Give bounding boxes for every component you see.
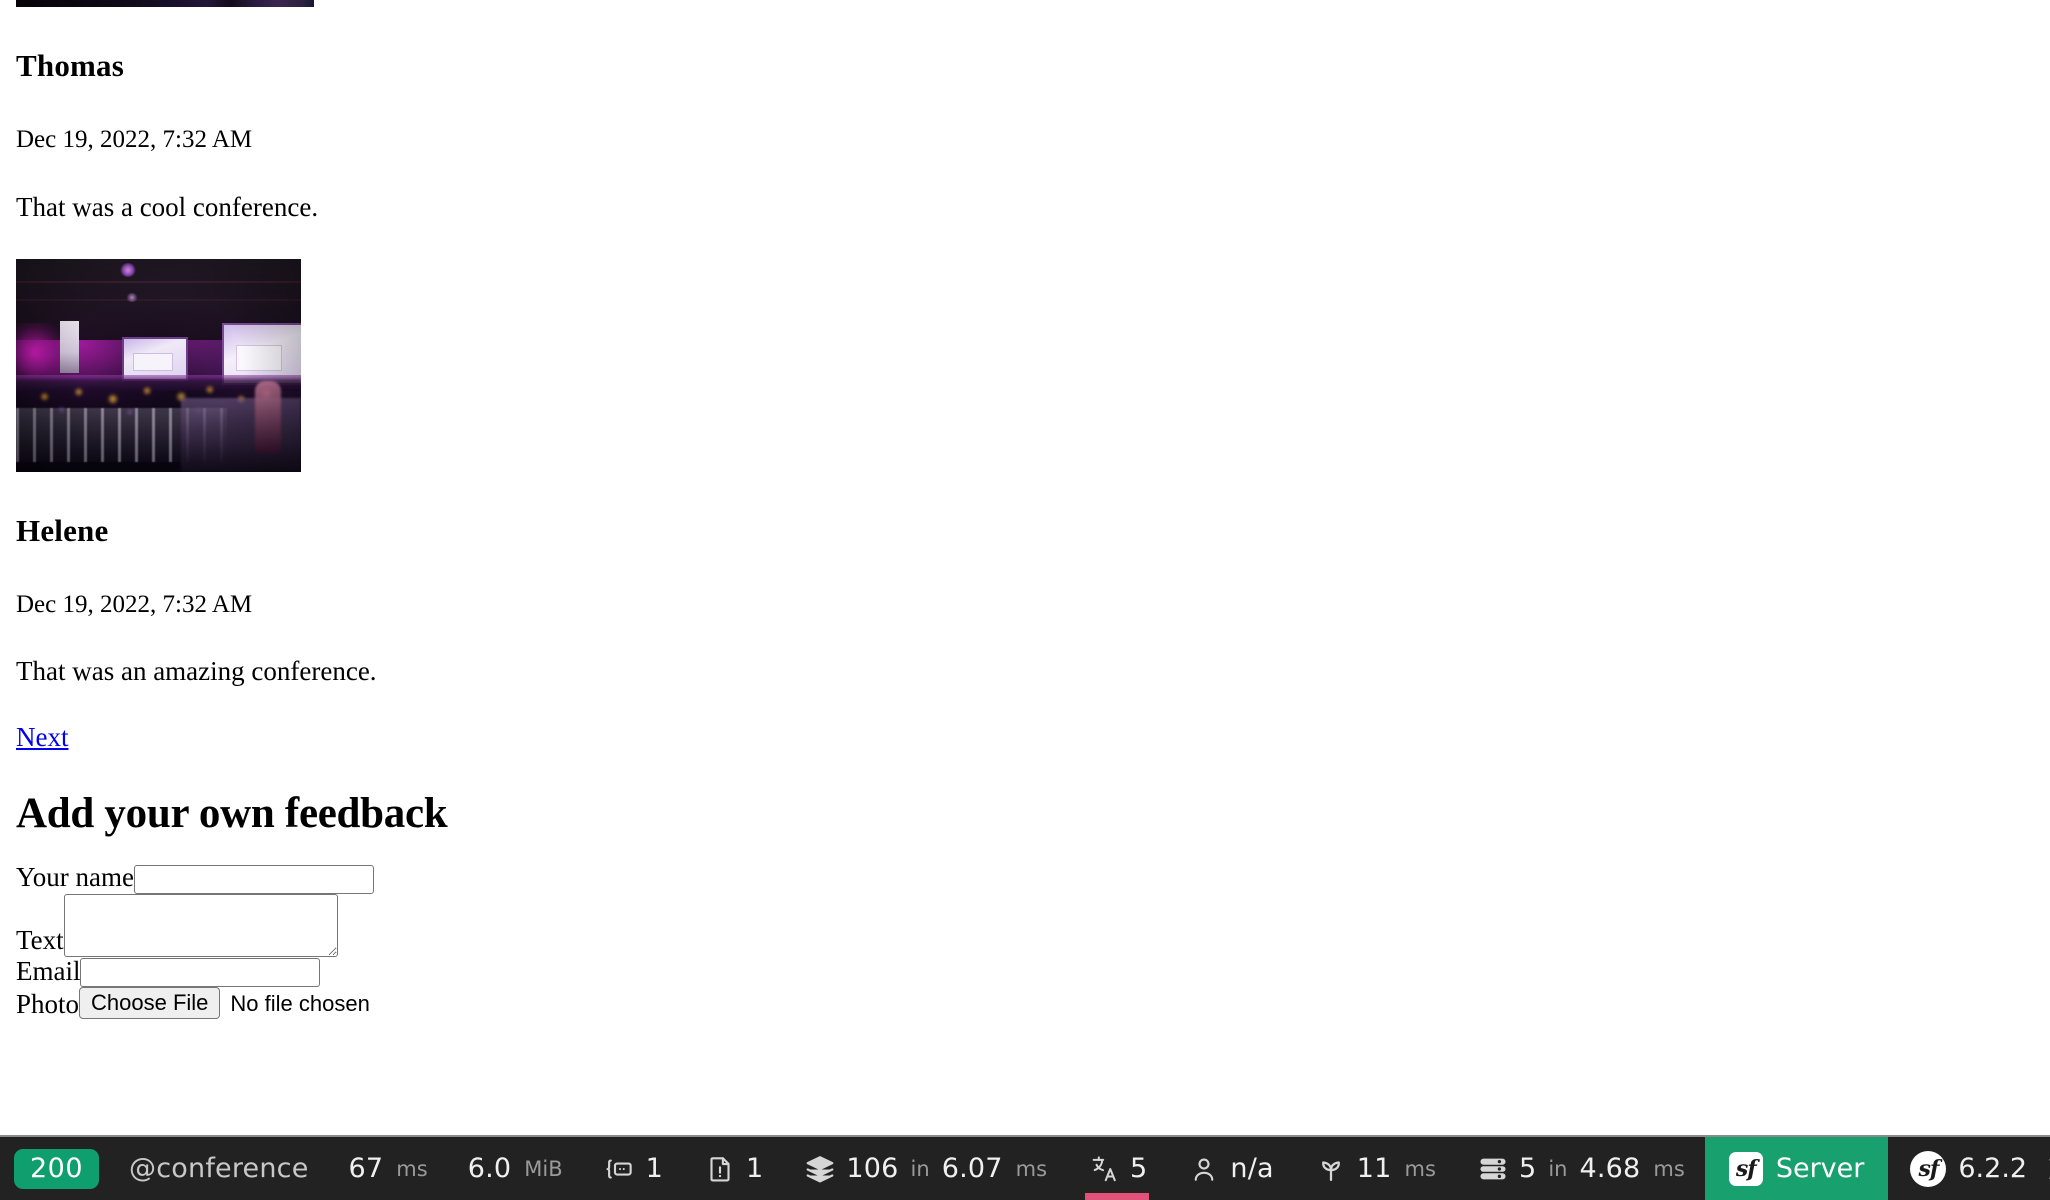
forms-count: 1	[645, 1153, 664, 1184]
choose-file-button[interactable]: Choose File	[79, 986, 221, 1020]
wdt-memory[interactable]: 6.0 MiB	[448, 1137, 583, 1200]
memory-value: 6.0	[467, 1153, 512, 1184]
comment-author: Thomas	[16, 48, 125, 83]
wdt-logs[interactable]: 1	[683, 1137, 783, 1200]
twig-joiner: in	[910, 1156, 930, 1181]
comment-date: Dec 19, 2022, 7:32 AM	[16, 126, 253, 154]
form-row-text: Text	[16, 893, 2034, 957]
log-exception-icon	[703, 1152, 737, 1186]
close-toolbar-button[interactable]	[2043, 1137, 2050, 1200]
translations-count: 5	[1130, 1153, 1148, 1184]
wdt-forms[interactable]: 1	[583, 1137, 683, 1200]
wdt-request-status[interactable]: 200	[0, 1137, 109, 1200]
twig-time: 6.07	[941, 1153, 1003, 1184]
security-value: n/a	[1230, 1153, 1274, 1184]
wdt-version[interactable]: sf 6.2.2	[1888, 1137, 2043, 1200]
form-row-email: Email	[16, 955, 2034, 987]
file-status-text: No file chosen	[230, 990, 370, 1016]
route-name: @conference	[129, 1153, 309, 1184]
text-textarea[interactable]	[63, 893, 338, 957]
name-label: Your name	[16, 862, 135, 893]
text-label: Text	[16, 925, 64, 956]
time-unit: ms	[396, 1156, 428, 1181]
layers-icon	[803, 1152, 837, 1186]
page-title: Add your own feedback	[16, 789, 448, 837]
cache-value: 11	[1356, 1153, 1392, 1184]
db-unit: ms	[1653, 1156, 1685, 1181]
comment-author: Helene	[16, 512, 109, 548]
wdt-performance-time[interactable]: 67 ms	[329, 1137, 448, 1200]
web-debug-toolbar: 200 @conference 67 ms 6.0 MiB 1 1 106 in…	[0, 1135, 2050, 1200]
symfony-version: 6.2.2	[1958, 1153, 2028, 1184]
database-icon	[1476, 1152, 1510, 1186]
wdt-translations[interactable]: 5	[1067, 1137, 1167, 1200]
previous-comment-photo-clipped	[16, 0, 314, 7]
time-value: 67	[348, 1153, 384, 1184]
user-icon	[1187, 1152, 1221, 1186]
translation-icon	[1087, 1152, 1121, 1186]
cache-unit: ms	[1404, 1156, 1436, 1181]
sprout-icon	[1314, 1152, 1348, 1186]
db-time: 4.68	[1579, 1153, 1641, 1184]
db-count: 5	[1518, 1153, 1537, 1184]
page-content: Thomas Dec 19, 2022, 7:32 AM That was a …	[0, 0, 2050, 1135]
form-row-photo: Photo Choose File No file chosen	[16, 986, 2034, 1020]
next-page-link[interactable]: Next	[16, 723, 68, 753]
wdt-cache[interactable]: 11 ms	[1294, 1137, 1456, 1200]
status-code-badge: 200	[14, 1148, 100, 1189]
wdt-server[interactable]: sf Server	[1704, 1137, 1889, 1200]
wdt-route[interactable]: @conference	[109, 1137, 328, 1200]
conference-photo	[16, 258, 301, 472]
symfony-logo-icon: sf	[1728, 1151, 1763, 1186]
comment-date: Dec 19, 2022, 7:32 AM	[16, 590, 253, 618]
db-joiner: in	[1548, 1156, 1568, 1181]
feedback-form: Your name Text Email Photo Choose File N…	[16, 863, 2034, 1020]
translations-alert-underline	[1085, 1193, 1150, 1200]
memory-unit: MiB	[524, 1156, 563, 1181]
comment-text: That was a cool conference.	[16, 191, 319, 222]
photo-label: Photo	[16, 988, 80, 1019]
wdt-security[interactable]: n/a	[1167, 1137, 1293, 1200]
photo-file-input[interactable]: Choose File No file chosen	[79, 986, 370, 1020]
name-input[interactable]	[134, 864, 375, 894]
twig-unit: ms	[1015, 1156, 1048, 1181]
server-label: Server	[1775, 1153, 1865, 1184]
comment-text: That was an amazing conference.	[16, 656, 377, 687]
wdt-twig[interactable]: 106 in 6.07 ms	[783, 1137, 1067, 1200]
logs-count: 1	[746, 1153, 764, 1184]
symfony-badge-icon: sf	[1910, 1150, 1947, 1187]
wdt-database[interactable]: 5 in 4.68 ms	[1456, 1137, 1705, 1200]
email-label: Email	[16, 955, 81, 986]
form-icon	[603, 1152, 637, 1186]
form-row-name: Your name	[16, 862, 2034, 894]
twig-count: 106	[846, 1153, 899, 1184]
email-input[interactable]	[80, 957, 321, 987]
